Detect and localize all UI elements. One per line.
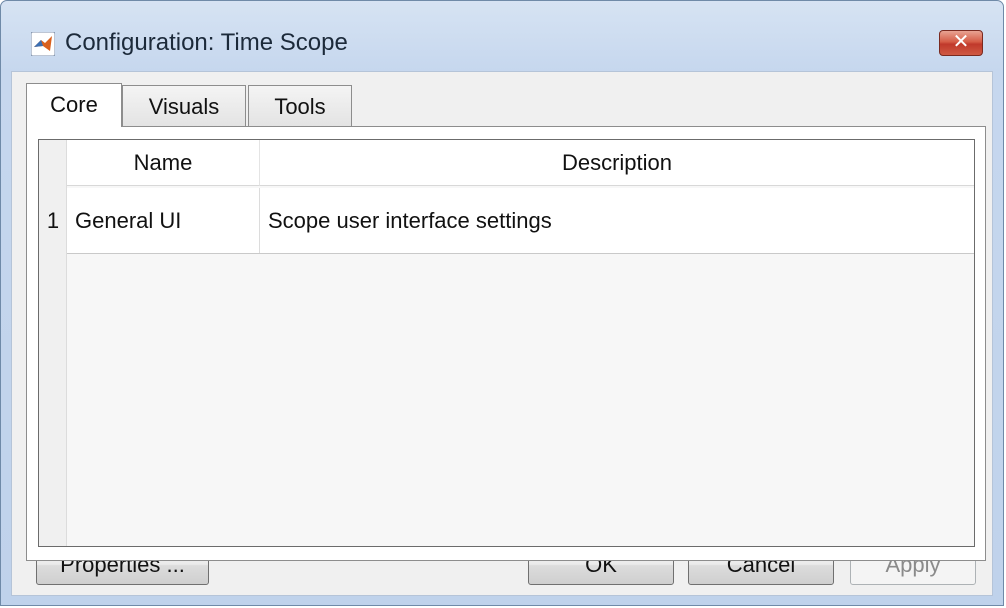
tab-tools[interactable]: Tools [248, 85, 352, 129]
cell-description[interactable]: Scope user interface settings [260, 188, 974, 253]
close-icon: ✕ [952, 31, 970, 53]
row-number: 1 [46, 208, 60, 233]
dialog-client-area: Core Visuals Tools Name Description 1 Ge… [11, 71, 993, 596]
tab-core[interactable]: Core [26, 83, 122, 127]
configuration-dialog: Configuration: Time Scope ✕ Core Visuals… [0, 0, 1004, 606]
cell-name[interactable]: General UI [67, 188, 260, 253]
table-row[interactable]: General UI Scope user interface settings [67, 188, 974, 254]
window-title: Configuration: Time Scope [65, 29, 348, 56]
column-header-description[interactable]: Description [260, 140, 974, 186]
matlab-icon [31, 32, 55, 56]
title-bar[interactable]: Configuration: Time Scope ✕ [1, 1, 1005, 81]
close-button[interactable]: ✕ [939, 30, 983, 56]
tab-visuals[interactable]: Visuals [122, 85, 246, 129]
column-header-name[interactable]: Name [67, 140, 260, 186]
tab-panel-core: Name Description 1 General UI Scope user… [26, 126, 986, 561]
configuration-table: Name Description 1 General UI Scope user… [38, 139, 975, 547]
